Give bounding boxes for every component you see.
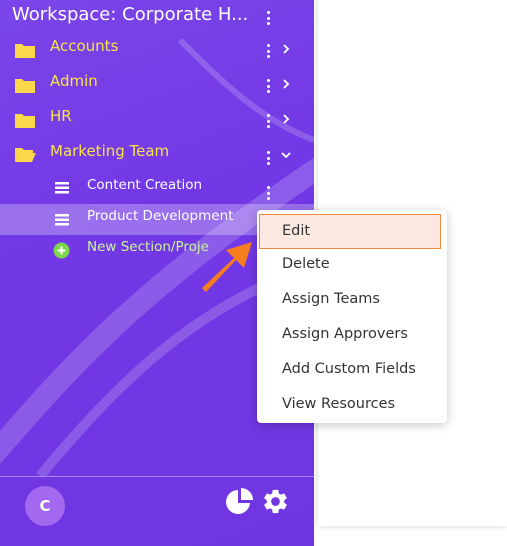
menu-item-view-resources[interactable]: View Resources	[259, 387, 441, 422]
menu-item-add-custom-fields[interactable]: Add Custom Fields	[259, 352, 441, 387]
kebab-icon[interactable]	[263, 112, 273, 130]
pie-chart-icon[interactable]	[224, 487, 254, 517]
pointer-arrow-icon	[202, 242, 252, 292]
folder-row-marketing-team[interactable]: Marketing Team	[0, 139, 314, 169]
kebab-icon[interactable]	[263, 149, 273, 167]
kebab-icon[interactable]	[263, 42, 273, 60]
folder-icon	[15, 44, 35, 58]
list-icon	[55, 182, 69, 194]
sub-item-label: Product Development	[87, 208, 234, 224]
chevron-right-icon[interactable]	[280, 78, 292, 90]
gear-icon[interactable]	[261, 487, 290, 516]
context-menu: Edit Delete Assign Teams Assign Approver…	[257, 210, 447, 423]
sidebar-footer: C	[0, 476, 314, 546]
folder-row-hr[interactable]: HR	[0, 104, 314, 134]
chevron-right-icon[interactable]	[280, 113, 292, 125]
menu-item-assign-teams[interactable]: Assign Teams	[259, 282, 441, 317]
avatar[interactable]: C	[25, 486, 65, 526]
folder-open-icon	[15, 148, 36, 162]
list-icon	[55, 214, 69, 226]
menu-item-assign-approvers[interactable]: Assign Approvers	[259, 317, 441, 352]
folder-label: HR	[50, 107, 72, 125]
new-section-label: New Section/Proje	[87, 239, 209, 255]
chevron-down-icon[interactable]	[280, 149, 292, 161]
sub-item-row[interactable]: Content Creation	[0, 173, 314, 203]
menu-item-delete[interactable]: Delete	[259, 247, 441, 282]
chevron-right-icon[interactable]	[280, 43, 292, 55]
kebab-icon[interactable]	[263, 184, 273, 202]
menu-item-edit[interactable]: Edit	[259, 214, 441, 249]
folder-row-accounts[interactable]: Accounts	[0, 34, 314, 64]
plus-circle-icon	[53, 242, 70, 259]
folder-label: Accounts	[50, 37, 119, 55]
folder-icon	[15, 114, 35, 128]
sub-item-label: Content Creation	[87, 177, 203, 193]
kebab-icon[interactable]	[263, 77, 273, 95]
folder-icon	[15, 79, 35, 93]
folder-label: Marketing Team	[50, 142, 170, 160]
folder-row-admin[interactable]: Admin	[0, 69, 314, 99]
workspace-title[interactable]: Workspace: Corporate H...	[12, 4, 262, 28]
folder-label: Admin	[50, 72, 98, 90]
workspace-kebab-icon[interactable]	[263, 9, 273, 27]
